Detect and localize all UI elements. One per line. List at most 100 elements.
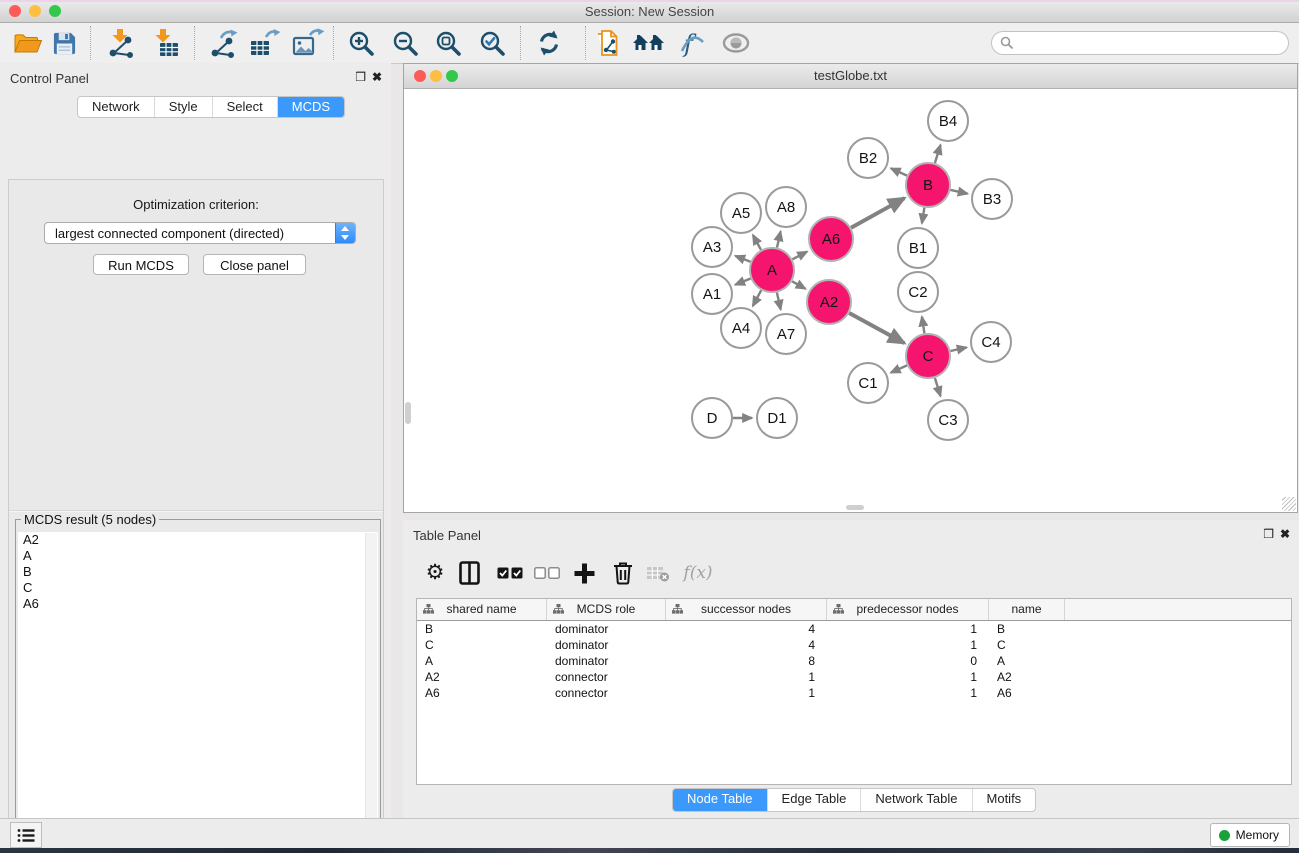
memory-button[interactable]: Memory <box>1210 823 1290 847</box>
show-hide-visibility-icon[interactable] <box>718 27 754 59</box>
criterion-dropdown[interactable]: largest connected component (directed) <box>44 222 356 244</box>
table-row-C[interactable]: Cdominator41C <box>417 637 1291 653</box>
close-panel-icon[interactable]: ✖ <box>372 70 382 84</box>
network-edge-C-C4[interactable] <box>951 347 967 351</box>
run-mcds-button[interactable]: Run MCDS <box>93 254 189 275</box>
table-float-panel-icon[interactable]: ❒ <box>1263 527 1274 541</box>
resize-grip-icon[interactable] <box>1282 497 1296 511</box>
export-image-icon[interactable] <box>289 27 325 59</box>
mcds-result-item[interactable]: A2 <box>18 532 378 548</box>
network-horizontal-scrollbar[interactable] <box>846 505 864 510</box>
network-edge-B-B1[interactable] <box>922 208 925 224</box>
table-row-A6[interactable]: A6connector11A6 <box>417 685 1291 701</box>
tab-edge-table[interactable]: Edge Table <box>767 789 861 811</box>
network-node-A4[interactable]: A4 <box>721 308 761 348</box>
network-node-D[interactable]: D <box>692 398 732 438</box>
table-close-panel-icon[interactable]: ✖ <box>1280 527 1290 541</box>
network-edge-A-A3[interactable] <box>735 256 750 262</box>
column-header-predecessor-nodes[interactable]: predecessor nodes <box>827 599 989 620</box>
network-node-A7[interactable]: A7 <box>766 314 806 354</box>
tab-network[interactable]: Network <box>78 97 154 117</box>
network-node-A2[interactable]: A2 <box>807 280 851 324</box>
zoom-fit-icon[interactable] <box>430 27 466 59</box>
network-edge-A-A4[interactable] <box>753 290 761 306</box>
network-edge-B-B3[interactable] <box>951 190 968 194</box>
network-node-A8[interactable]: A8 <box>766 187 806 227</box>
network-edge-A6-B[interactable] <box>851 198 904 228</box>
mcds-list-scrollbar[interactable] <box>365 533 377 853</box>
zoom-in-icon[interactable] <box>343 27 379 59</box>
open-session-icon[interactable] <box>10 27 46 59</box>
task-history-button[interactable] <box>10 822 42 848</box>
network-edge-C-C1[interactable] <box>891 365 907 372</box>
column-header-MCDS-role[interactable]: MCDS role <box>547 599 666 620</box>
deselect-all-columns-icon[interactable] <box>532 558 562 588</box>
zoom-out-icon[interactable] <box>387 27 423 59</box>
network-node-B2[interactable]: B2 <box>848 138 888 178</box>
network-edge-A-A6[interactable] <box>792 252 807 260</box>
tab-motifs[interactable]: Motifs <box>972 789 1036 811</box>
table-row-B[interactable]: Bdominator41B <box>417 621 1291 637</box>
column-header-name[interactable]: name <box>989 599 1065 620</box>
hide-labels-icon[interactable]: f <box>674 27 710 59</box>
network-node-A[interactable]: A <box>750 248 794 292</box>
network-edge-B-B2[interactable] <box>891 168 907 175</box>
network-node-B1[interactable]: B1 <box>898 228 938 268</box>
network-edge-A-A7[interactable] <box>777 293 781 310</box>
column-header-shared-name[interactable]: shared name <box>417 599 547 620</box>
add-column-icon[interactable] <box>569 558 599 588</box>
network-node-B3[interactable]: B3 <box>972 179 1012 219</box>
zoom-selected-icon[interactable] <box>474 27 510 59</box>
network-edge-A-A2[interactable] <box>792 281 805 289</box>
network-document-icon[interactable] <box>592 27 628 59</box>
network-edge-C-C3[interactable] <box>935 378 941 396</box>
network-node-B4[interactable]: B4 <box>928 101 968 141</box>
column-header-successor-nodes[interactable]: successor nodes <box>666 599 827 620</box>
tab-network-table[interactable]: Network Table <box>860 789 971 811</box>
mcds-result-item[interactable]: B <box>18 564 378 580</box>
table-row-A[interactable]: Adominator80A <box>417 653 1291 669</box>
mcds-result-item[interactable]: A6 <box>18 596 378 612</box>
network-node-C2[interactable]: C2 <box>898 272 938 312</box>
network-canvas-svg[interactable]: B4 B2 B B3 A8A5 A6 A3 B1 A C2 A1 A2 A4A7 C4 C C1 C3 D D1 <box>404 89 1297 512</box>
network-node-A5[interactable]: A5 <box>721 193 761 233</box>
tab-style[interactable]: Style <box>154 97 212 117</box>
close-panel-button[interactable]: Close panel <box>203 254 306 275</box>
search-input[interactable] <box>1018 33 1277 53</box>
network-edge-A2-C[interactable] <box>849 313 904 343</box>
search-field[interactable] <box>991 31 1289 55</box>
network-node-C3[interactable]: C3 <box>928 400 968 440</box>
refresh-layout-icon[interactable] <box>531 27 567 59</box>
tab-mcds[interactable]: MCDS <box>277 97 344 117</box>
network-node-C4[interactable]: C4 <box>971 322 1011 362</box>
mcds-result-item[interactable]: A <box>18 548 378 564</box>
network-node-A1[interactable]: A1 <box>692 274 732 314</box>
delete-column-icon[interactable] <box>609 558 637 588</box>
network-edge-A-A5[interactable] <box>753 235 761 250</box>
network-edge-A-A8[interactable] <box>777 231 781 247</box>
network-edge-B-B4[interactable] <box>935 145 941 163</box>
network-edge-C-C2[interactable] <box>922 317 925 334</box>
home-view-icon[interactable] <box>630 27 666 59</box>
import-table-icon[interactable] <box>147 27 183 59</box>
network-vertical-scrollbar[interactable] <box>405 402 411 424</box>
save-session-icon[interactable] <box>46 27 82 59</box>
tab-select[interactable]: Select <box>212 97 277 117</box>
network-node-A6[interactable]: A6 <box>809 217 853 261</box>
table-settings-gear-icon[interactable]: ⚙ <box>421 558 449 588</box>
export-table-icon[interactable] <box>246 27 282 59</box>
show-column-panel-icon[interactable] <box>455 558 483 588</box>
import-network-icon[interactable] <box>102 27 138 59</box>
float-panel-icon[interactable]: ❒ <box>355 70 366 84</box>
network-node-C[interactable]: C <box>906 334 950 378</box>
mcds-result-item[interactable]: C <box>18 580 378 596</box>
select-all-columns-icon[interactable] <box>495 558 525 588</box>
network-node-C1[interactable]: C1 <box>848 363 888 403</box>
network-node-A3[interactable]: A3 <box>692 227 732 267</box>
tab-node-table[interactable]: Node Table <box>673 789 767 811</box>
network-node-B[interactable]: B <box>906 163 950 207</box>
network-node-D1[interactable]: D1 <box>757 398 797 438</box>
table-row-A2[interactable]: A2connector11A2 <box>417 669 1291 685</box>
network-edge-A-A1[interactable] <box>735 279 750 285</box>
export-network-icon[interactable] <box>205 27 241 59</box>
